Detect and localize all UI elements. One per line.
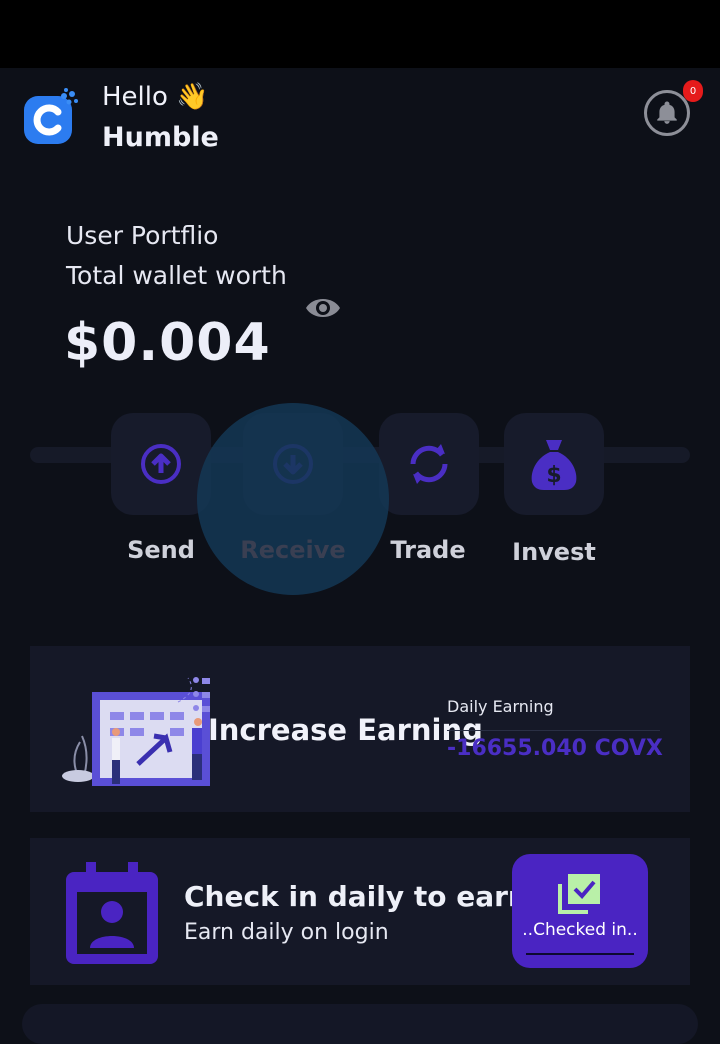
- checkin-button[interactable]: ..Checked in..: [512, 854, 648, 968]
- trade-button[interactable]: [379, 413, 479, 515]
- touch-ripple: [197, 403, 389, 595]
- divider: [447, 730, 660, 731]
- send-button[interactable]: [111, 413, 211, 515]
- upload-arrow-icon: [141, 444, 181, 484]
- notification-button[interactable]: [644, 90, 690, 136]
- bottom-card: [22, 1004, 698, 1044]
- eye-icon: [306, 299, 340, 317]
- wallet-balance: $0.004: [64, 313, 271, 373]
- toggle-visibility-button[interactable]: [303, 292, 343, 324]
- checkin-button-underline: [526, 953, 634, 955]
- invest-label: Invest: [512, 538, 596, 566]
- username: Humble: [102, 122, 219, 153]
- daily-earning-value: -16655.040 COVX: [447, 736, 663, 761]
- send-label: Send: [127, 536, 195, 564]
- increase-earning-title: Increase Earning: [208, 713, 483, 747]
- receive-label: Receive: [240, 536, 346, 564]
- notification-badge: 0: [683, 80, 703, 102]
- check-list-icon: [558, 874, 600, 914]
- invest-button[interactable]: $: [504, 413, 604, 515]
- daily-earning-label: Daily Earning: [447, 697, 554, 716]
- calendar-user-icon: [66, 862, 158, 964]
- greeting-text: Hello 👋: [102, 82, 209, 112]
- portfolio-label: User Portflio: [66, 221, 219, 250]
- checkin-title: Check in daily to earn: [184, 880, 528, 913]
- refresh-icon: [410, 444, 448, 484]
- checkin-button-label: ..Checked in..: [522, 920, 638, 940]
- checkin-subtitle: Earn daily on login: [184, 920, 389, 945]
- bell-icon: [657, 101, 677, 124]
- status-bar: [0, 0, 720, 68]
- app-logo: [22, 88, 80, 146]
- trade-label: Trade: [390, 536, 466, 564]
- wallet-worth-label: Total wallet worth: [66, 261, 287, 290]
- money-bag-icon: $: [531, 440, 577, 490]
- svg-text:$: $: [546, 463, 561, 488]
